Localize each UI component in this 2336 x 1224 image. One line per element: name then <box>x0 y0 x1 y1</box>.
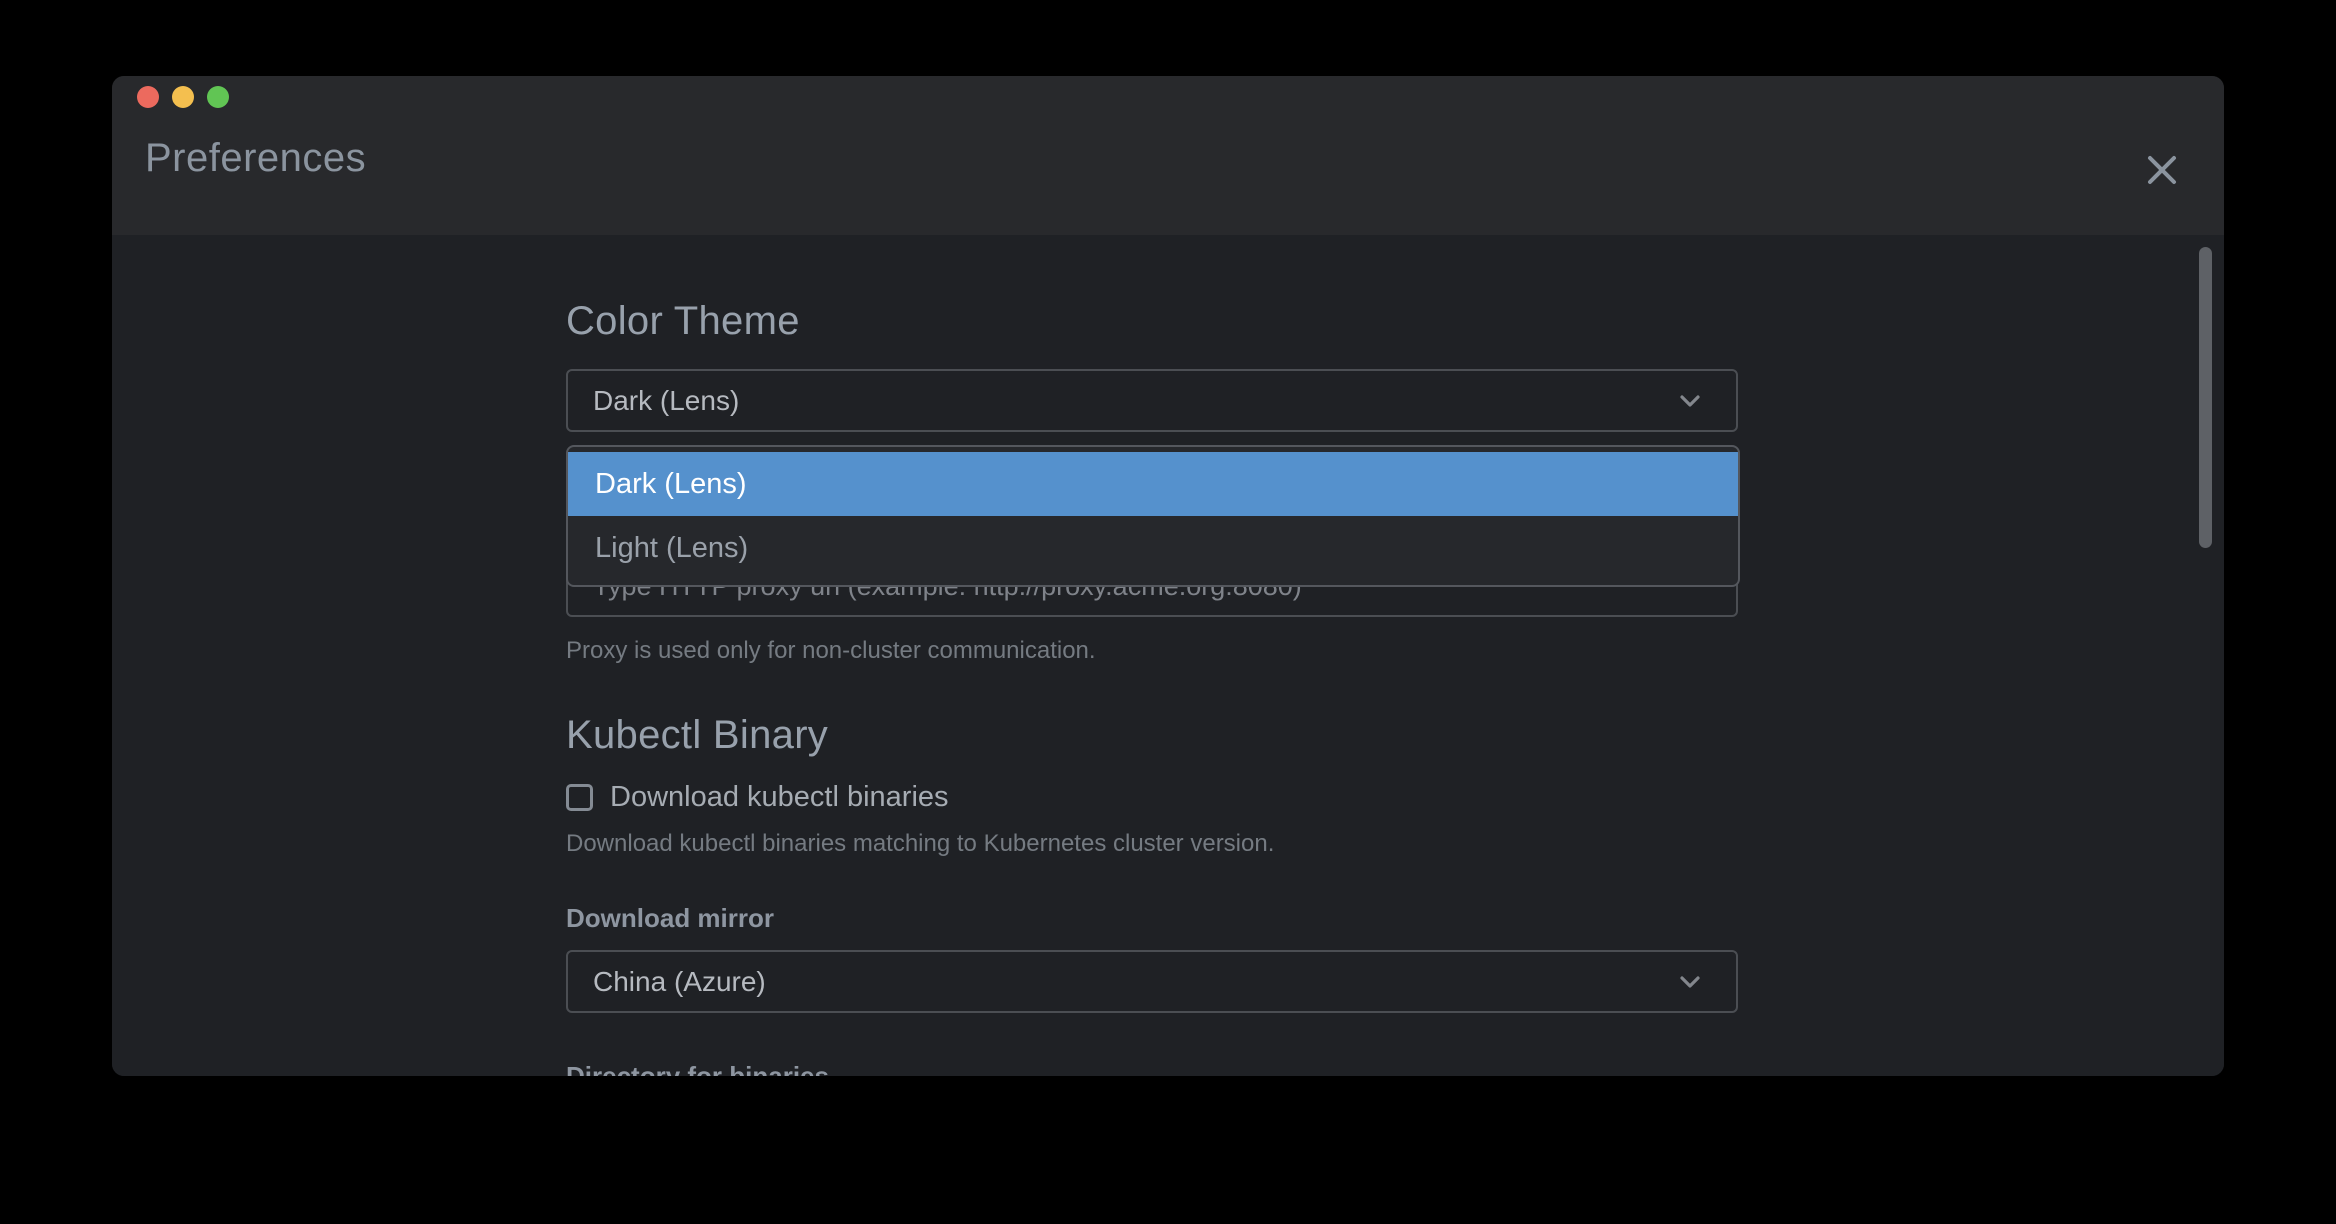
kubectl-binary-heading: Kubectl Binary <box>566 713 828 758</box>
dropdown-option-light-lens[interactable]: Light (Lens) <box>568 516 1738 580</box>
desktop: { "window": { "title": "Preferences" }, … <box>0 0 2336 1224</box>
color-theme-select[interactable]: Dark (Lens) <box>566 369 1738 432</box>
color-theme-dropdown-menu: Dark (Lens) Light (Lens) <box>566 445 1740 587</box>
download-mirror-label: Download mirror <box>566 903 774 934</box>
close-icon <box>2142 150 2182 190</box>
chevron-down-icon <box>1674 385 1706 417</box>
checkbox-unchecked-icon[interactable] <box>566 784 593 811</box>
download-mirror-select[interactable]: China (Azure) <box>566 950 1738 1013</box>
scrollbar-thumb[interactable] <box>2199 247 2212 548</box>
kubectl-hint-text: Download kubectl binaries matching to Ku… <box>566 830 1274 858</box>
traffic-light-minimize-icon[interactable] <box>172 86 194 108</box>
chevron-down-icon <box>1674 966 1706 998</box>
traffic-light-close-icon[interactable] <box>137 86 159 108</box>
preferences-content: Color Theme Dark (Lens) Dark (Lens) Ligh… <box>112 235 2224 1076</box>
directory-for-binaries-label: Directory for binaries <box>566 1061 829 1076</box>
proxy-hint-text: Proxy is used only for non-cluster commu… <box>566 637 1096 665</box>
download-mirror-select-value: China (Azure) <box>593 966 1674 998</box>
page-title: Preferences <box>145 136 366 181</box>
traffic-light-zoom-icon[interactable] <box>207 86 229 108</box>
download-kubectl-checkbox-label: Download kubectl binaries <box>610 781 949 814</box>
color-theme-heading: Color Theme <box>566 299 800 344</box>
color-theme-select-value: Dark (Lens) <box>593 385 1674 417</box>
titlebar: Preferences <box>112 76 2224 235</box>
dropdown-option-dark-lens[interactable]: Dark (Lens) <box>568 452 1738 516</box>
preferences-window: Preferences Color Theme Dark (Lens) Dar <box>112 76 2224 1076</box>
download-kubectl-checkbox-row[interactable]: Download kubectl binaries <box>566 781 949 814</box>
traffic-lights <box>137 86 229 108</box>
close-button[interactable] <box>2138 146 2186 194</box>
